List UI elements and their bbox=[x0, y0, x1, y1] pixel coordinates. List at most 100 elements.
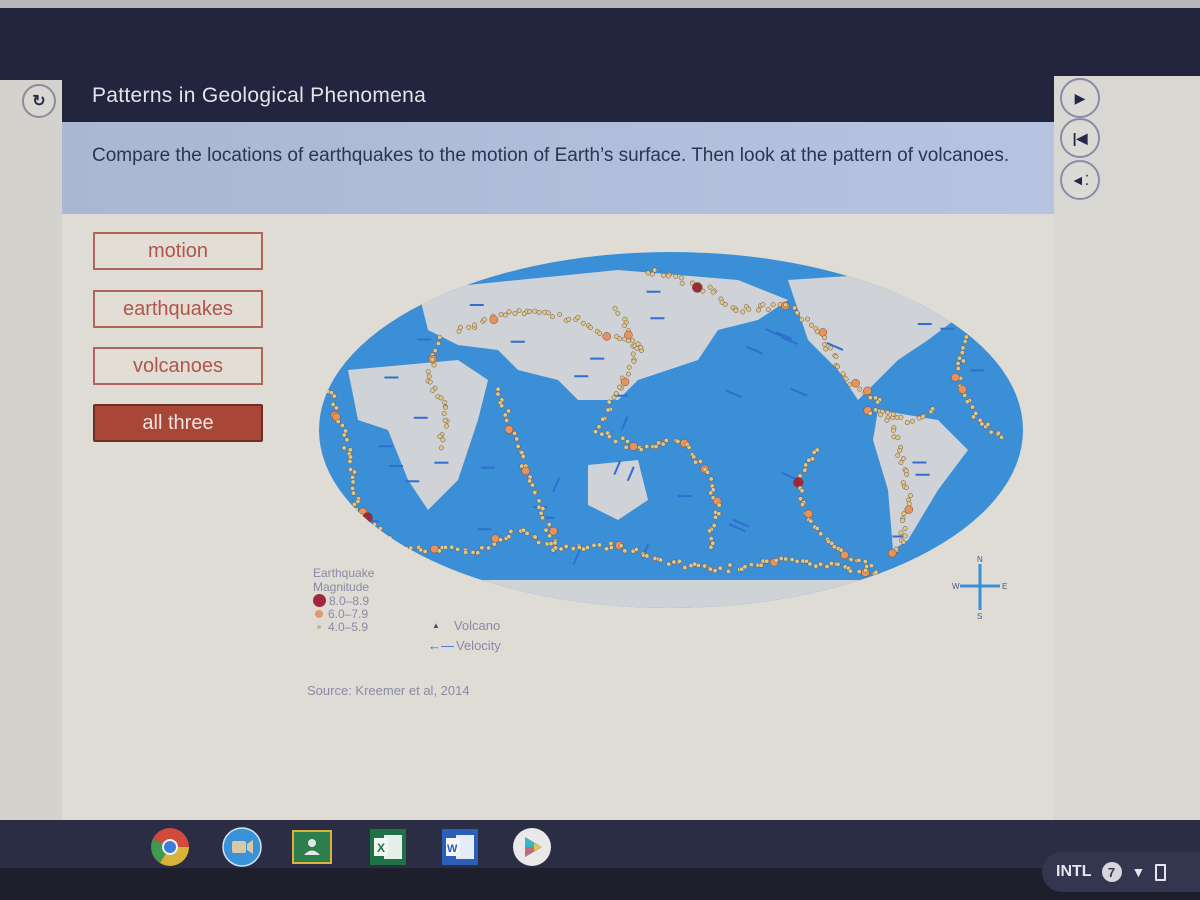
earthquake-marker bbox=[716, 502, 722, 508]
notification-count: 7 bbox=[1101, 862, 1122, 882]
earthquake-marker bbox=[945, 296, 950, 302]
earthquake-marker bbox=[857, 386, 863, 392]
compass-icon: N S W E bbox=[952, 555, 1007, 621]
earthquake-marker bbox=[748, 562, 754, 568]
earthquake-marker bbox=[532, 308, 538, 314]
earthquake-marker bbox=[350, 479, 356, 485]
rewind-button[interactable]: |◀ bbox=[1060, 118, 1100, 158]
earthquake-marker bbox=[705, 469, 711, 475]
earthquake-marker bbox=[956, 309, 961, 315]
option-all-three[interactable]: all three bbox=[93, 404, 263, 442]
word-icon: W bbox=[442, 829, 478, 865]
earthquake-marker bbox=[707, 284, 713, 290]
earthquake-marker bbox=[930, 406, 936, 412]
earthquake-marker bbox=[575, 314, 581, 320]
earthquake-marker bbox=[351, 501, 357, 507]
earthquake-marker bbox=[890, 411, 896, 417]
earthquake-marker bbox=[756, 307, 762, 313]
earthquake-marker bbox=[702, 563, 708, 569]
earthquake-marker bbox=[809, 322, 814, 328]
earthquake-marker bbox=[435, 341, 441, 346]
earthquake-marker bbox=[615, 310, 621, 316]
earthquake-marker bbox=[962, 339, 968, 344]
earthquake-marker bbox=[386, 538, 392, 543]
classroom-icon bbox=[292, 830, 332, 864]
land-antarctica bbox=[378, 580, 978, 608]
earthquake-marker bbox=[867, 395, 873, 401]
earthquake-marker bbox=[793, 477, 804, 488]
earthquake-marker bbox=[840, 371, 846, 377]
option-motion[interactable]: motion bbox=[93, 232, 263, 270]
earthquake-marker bbox=[760, 302, 766, 308]
earthquake-marker bbox=[979, 421, 985, 427]
earthquake-marker bbox=[325, 381, 331, 387]
audio-button[interactable]: ◄⁚ bbox=[1060, 160, 1100, 200]
earthquake-marker bbox=[339, 422, 345, 428]
earthquake-marker bbox=[516, 308, 522, 314]
earthquake-marker bbox=[885, 409, 890, 415]
play-button[interactable]: ▶ bbox=[1060, 78, 1100, 118]
earthquake-marker bbox=[438, 395, 444, 401]
screen-bezel bbox=[0, 0, 1200, 8]
app-chrome[interactable] bbox=[150, 827, 190, 867]
reload-button[interactable]: ↻ bbox=[22, 84, 56, 118]
earthquake-marker bbox=[645, 270, 651, 276]
earthquake-marker bbox=[331, 393, 337, 399]
earthquake-marker bbox=[466, 324, 472, 330]
earthquake-marker bbox=[827, 345, 833, 351]
earthquake-marker bbox=[964, 399, 970, 405]
earthquake-marker bbox=[544, 541, 550, 547]
earthquake-marker bbox=[823, 346, 829, 352]
earthquake-marker bbox=[524, 530, 530, 536]
earthquake-marker bbox=[898, 571, 907, 581]
earthquake-marker bbox=[708, 490, 714, 496]
earthquake-marker bbox=[770, 302, 776, 308]
earthquake-marker bbox=[644, 553, 650, 559]
earthquake-marker bbox=[343, 428, 349, 434]
earthquake-marker bbox=[532, 534, 538, 540]
earthquake-marker bbox=[949, 300, 955, 306]
earthquake-marker bbox=[495, 386, 501, 392]
app-excel[interactable]: X bbox=[368, 827, 408, 867]
earthquake-marker bbox=[427, 379, 433, 385]
earthquake-marker bbox=[962, 392, 968, 398]
earthquake-marker bbox=[352, 469, 358, 475]
app-play-store[interactable] bbox=[512, 827, 552, 867]
earthquake-marker bbox=[550, 314, 555, 320]
excel-glyph: X bbox=[377, 841, 385, 855]
earthquake-marker bbox=[553, 545, 558, 551]
earthquake-marker bbox=[922, 576, 928, 582]
earthquake-marker bbox=[675, 438, 681, 444]
earthquake-marker bbox=[840, 550, 849, 560]
earthquake-marker bbox=[806, 457, 812, 463]
option-earthquakes[interactable]: earthquakes bbox=[93, 290, 263, 328]
earthquake-marker bbox=[822, 335, 828, 341]
status-tray[interactable]: INTL 7 ▼ bbox=[1042, 852, 1200, 892]
app-zoom[interactable] bbox=[222, 827, 262, 867]
earthquake-marker bbox=[543, 527, 549, 533]
earthquake-marker bbox=[325, 377, 331, 383]
earthquake-marker bbox=[348, 467, 354, 472]
compass-s: S bbox=[977, 612, 982, 621]
earthquake-marker bbox=[897, 447, 903, 453]
earthquake-marker bbox=[894, 577, 900, 583]
lesson-header: Patterns in Geological Phenomena bbox=[62, 70, 1054, 122]
app-classroom[interactable] bbox=[292, 827, 332, 867]
earthquake-marker bbox=[581, 546, 586, 552]
earthquake-marker bbox=[708, 536, 714, 542]
earthquake-marker bbox=[908, 493, 913, 498]
earthquake-marker bbox=[631, 358, 637, 364]
earthquake-marker bbox=[536, 310, 542, 315]
option-label: volcanoes bbox=[132, 354, 224, 377]
option-volcanoes[interactable]: volcanoes bbox=[93, 347, 263, 385]
earthquake-marker bbox=[638, 345, 644, 350]
earthquake-marker bbox=[608, 545, 614, 551]
app-word[interactable]: W bbox=[440, 827, 480, 867]
earthquake-marker bbox=[491, 534, 500, 543]
earthquake-marker bbox=[605, 407, 611, 413]
velocity-arrow-icon: ←— bbox=[428, 638, 454, 653]
earthquake-marker bbox=[508, 528, 514, 534]
earthquake-marker bbox=[546, 522, 552, 528]
legend-magnitude-medium: 6.0–7.9 bbox=[313, 607, 374, 621]
earthquake-marker bbox=[963, 334, 969, 340]
